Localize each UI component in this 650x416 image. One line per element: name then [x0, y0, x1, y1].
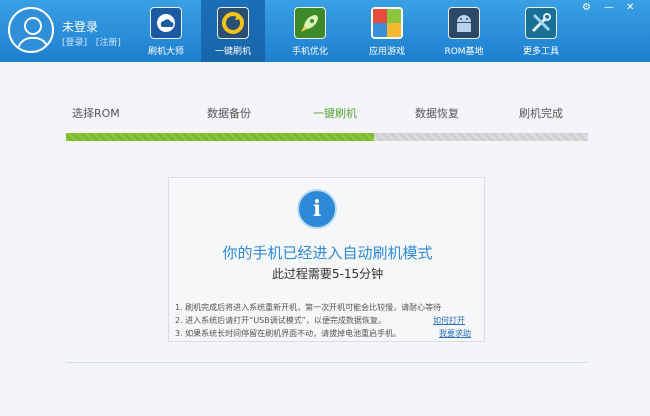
- panel-title: 你的手机已经进入自动刷机模式: [222, 244, 433, 262]
- nav-label: ROM基地: [444, 47, 484, 57]
- info-icon: i: [297, 189, 337, 229]
- note-1: 1. 刷机完成后将进入系统重新开机，第一次开机可能会比较慢，请耐心等待: [175, 303, 442, 312]
- tools-icon: [525, 7, 557, 39]
- step-data-backup: 数据备份: [207, 107, 251, 120]
- cloud-icon: [150, 7, 182, 39]
- note-3: 3. 如果系统长时间停留在刷机界面不动，请拔掉电池重启手机。: [175, 329, 402, 338]
- nav-item-rom-base[interactable]: ROM基地: [432, 0, 496, 62]
- refresh-icon: [217, 7, 249, 39]
- nav-item-apps-games[interactable]: 应用游戏: [355, 0, 419, 62]
- get-help-link[interactable]: 我要求助: [439, 328, 471, 339]
- step-one-click-flash: 一键刷机: [313, 107, 357, 120]
- nav-label: 一键刷机: [214, 47, 251, 57]
- divider: [66, 362, 588, 363]
- panel-subtitle: 此过程需要5-15分钟: [271, 267, 384, 281]
- avatar[interactable]: [8, 7, 54, 53]
- nav-item-one-click-flash[interactable]: 一键刷机: [201, 0, 265, 62]
- step-select-rom: 选择ROM: [72, 107, 120, 120]
- nav-label: 手机优化: [291, 47, 328, 57]
- user-name: 未登录: [62, 20, 99, 34]
- minimize-icon[interactable]: —: [604, 2, 614, 13]
- android-icon: [448, 7, 480, 39]
- user-area: 未登录 [登录] [注册]: [0, 0, 140, 62]
- nav-label: 更多工具: [522, 47, 559, 57]
- settings-icon[interactable]: ⚙: [582, 2, 591, 13]
- rocket-icon: [294, 7, 326, 39]
- user-links: [登录] [注册]: [62, 35, 127, 48]
- nav-item-flash-master[interactable]: 刷机大师: [134, 0, 198, 62]
- close-icon[interactable]: ✕: [626, 2, 634, 13]
- step-indicator: 选择ROM 数据备份 一键刷机 数据恢复 刷机完成: [66, 105, 588, 125]
- status-panel: i 你的手机已经进入自动刷机模式 此过程需要5-15分钟 1. 刷机完成后将进入…: [168, 177, 485, 342]
- note-2: 2. 进入系统后请打开“USB调试模式”，以便完成数据恢复。: [175, 316, 386, 325]
- top-header: 未登录 [登录] [注册] 刷机大师 一键刷机 手机优化 应用游戏 ROM基地 …: [0, 0, 650, 62]
- step-data-restore: 数据恢复: [415, 107, 459, 120]
- nav-item-phone-optimize[interactable]: 手机优化: [278, 0, 342, 62]
- nav-item-more-tools[interactable]: 更多工具: [509, 0, 573, 62]
- step-flash-complete: 刷机完成: [519, 107, 563, 120]
- how-to-open-link[interactable]: 如何打开: [433, 315, 465, 326]
- progress-bar: [66, 133, 588, 141]
- nav-label: 应用游戏: [368, 47, 405, 57]
- nav-label: 刷机大师: [147, 47, 184, 57]
- register-link[interactable]: [注册]: [96, 38, 121, 48]
- progress-fill: [66, 133, 374, 141]
- apps-grid-icon: [371, 7, 403, 39]
- login-link[interactable]: [登录]: [62, 38, 87, 48]
